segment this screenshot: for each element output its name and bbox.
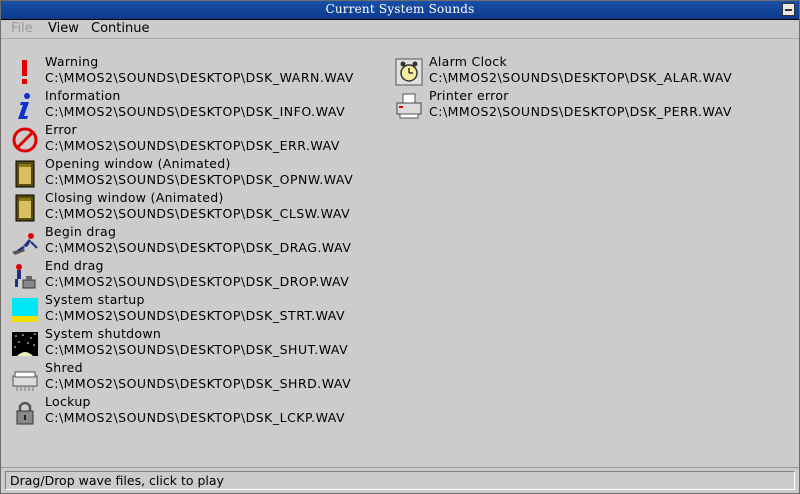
sound-entry-warning[interactable]: Warning C:\MMOS2\SOUNDS\DESKTOP\DSK_WARN…: [11, 54, 391, 88]
menu-view-label: View: [48, 21, 79, 36]
sound-name: Printer error: [429, 88, 509, 103]
sound-name: Closing window (Animated): [45, 190, 224, 205]
menu-continue-label: Continue: [91, 21, 150, 36]
sound-path: C:\MMOS2\SOUNDS\DESKTOP\DSK_ALAR.WAV: [429, 70, 733, 85]
sound-name: System shutdown: [45, 326, 162, 341]
sound-path: C:\MMOS2\SOUNDS\DESKTOP\DSK_PERR.WAV: [429, 104, 732, 119]
sound-path: C:\MMOS2\SOUNDS\DESKTOP\DSK_STRT.WAV: [45, 308, 346, 323]
sound-path: C:\MMOS2\SOUNDS\DESKTOP\DSK_INFO.WAV: [45, 104, 346, 119]
menu-file-label: File: [11, 21, 33, 36]
sound-list: Warning C:\MMOS2\SOUNDS\DESKTOP\DSK_WARN…: [5, 41, 795, 466]
sound-name: Shred: [45, 360, 83, 375]
alarm-clock-icon: [395, 58, 423, 86]
menu-file[interactable]: File: [11, 20, 33, 37]
window-title: Current System Sounds: [325, 2, 475, 16]
sound-name: Begin drag: [45, 224, 117, 239]
sound-name: Lockup: [45, 394, 91, 409]
opening-window-icon: [15, 160, 35, 188]
sound-name: Opening window (Animated): [45, 156, 231, 171]
shredder-icon: [12, 371, 38, 391]
sound-entry-printer-error[interactable]: Printer error C:\MMOS2\SOUNDS\DESKTOP\DS…: [395, 88, 785, 122]
system-shutdown-icon: [12, 332, 38, 356]
begin-drag-icon: [12, 233, 38, 255]
title-bar[interactable]: Current System Sounds: [1, 1, 799, 20]
sound-entry-shred[interactable]: Shred C:\MMOS2\SOUNDS\DESKTOP\DSK_SHRD.W…: [11, 360, 391, 394]
status-text: Drag/Drop wave files, click to play: [10, 473, 224, 488]
sound-path: C:\MMOS2\SOUNDS\DESKTOP\DSK_WARN.WAV: [45, 70, 354, 85]
status-bar: Drag/Drop wave files, click to play: [5, 471, 795, 490]
sound-entry-system-startup[interactable]: System startup C:\MMOS2\SOUNDS\DESKTOP\D…: [11, 292, 391, 326]
window-menu-button[interactable]: [782, 3, 795, 16]
sound-name: Alarm Clock: [429, 54, 508, 69]
printer-error-icon: [396, 93, 422, 119]
sound-name: Error: [45, 122, 77, 137]
sound-path: C:\MMOS2\SOUNDS\DESKTOP\DSK_LCKP.WAV: [45, 410, 346, 425]
menu-continue[interactable]: Continue: [91, 20, 149, 37]
sound-path: C:\MMOS2\SOUNDS\DESKTOP\DSK_SHUT.WAV: [45, 342, 349, 357]
sound-name: End drag: [45, 258, 104, 273]
system-sounds-window: Current System Sounds File View Continue…: [0, 0, 800, 494]
sound-path: C:\MMOS2\SOUNDS\DESKTOP\DSK_SHRD.WAV: [45, 376, 352, 391]
sound-path: C:\MMOS2\SOUNDS\DESKTOP\DSK_ERR.WAV: [45, 138, 340, 153]
sound-entry-error[interactable]: Error C:\MMOS2\SOUNDS\DESKTOP\DSK_ERR.WA…: [11, 122, 391, 156]
menu-bar: File View Continue: [1, 20, 799, 39]
sound-name: Information: [45, 88, 121, 103]
sound-path: C:\MMOS2\SOUNDS\DESKTOP\DSK_CLSW.WAV: [45, 206, 351, 221]
closing-window-icon: [15, 194, 35, 222]
error-icon: [12, 127, 38, 153]
sound-entry-end-drag[interactable]: End drag C:\MMOS2\SOUNDS\DESKTOP\DSK_DRO…: [11, 258, 391, 292]
warning-icon: [22, 60, 27, 84]
sound-entry-opening-window[interactable]: Opening window (Animated) C:\MMOS2\SOUND…: [11, 156, 391, 190]
sound-name: System startup: [45, 292, 145, 307]
sound-name: Warning: [45, 54, 99, 69]
end-drag-icon: [15, 264, 36, 289]
sound-entry-closing-window[interactable]: Closing window (Animated) C:\MMOS2\SOUND…: [11, 190, 391, 224]
menu-view[interactable]: View: [48, 20, 79, 37]
sound-path: C:\MMOS2\SOUNDS\DESKTOP\DSK_DROP.WAV: [45, 274, 350, 289]
system-startup-icon: [12, 298, 38, 322]
status-separator: [1, 467, 799, 468]
lock-icon: [16, 401, 34, 425]
sound-entry-information[interactable]: Information C:\MMOS2\SOUNDS\DESKTOP\DSK_…: [11, 88, 391, 122]
sound-path: C:\MMOS2\SOUNDS\DESKTOP\DSK_DRAG.WAV: [45, 240, 352, 255]
sound-entry-alarm-clock[interactable]: Alarm Clock C:\MMOS2\SOUNDS\DESKTOP\DSK_…: [395, 54, 785, 88]
sound-entry-lockup[interactable]: Lockup C:\MMOS2\SOUNDS\DESKTOP\DSK_LCKP.…: [11, 394, 391, 428]
information-icon: [18, 93, 30, 119]
sound-entry-system-shutdown[interactable]: System shutdown C:\MMOS2\SOUNDS\DESKTOP\…: [11, 326, 391, 360]
sound-entry-begin-drag[interactable]: Begin drag C:\MMOS2\SOUNDS\DESKTOP\DSK_D…: [11, 224, 391, 258]
sound-path: C:\MMOS2\SOUNDS\DESKTOP\DSK_OPNW.WAV: [45, 172, 354, 187]
